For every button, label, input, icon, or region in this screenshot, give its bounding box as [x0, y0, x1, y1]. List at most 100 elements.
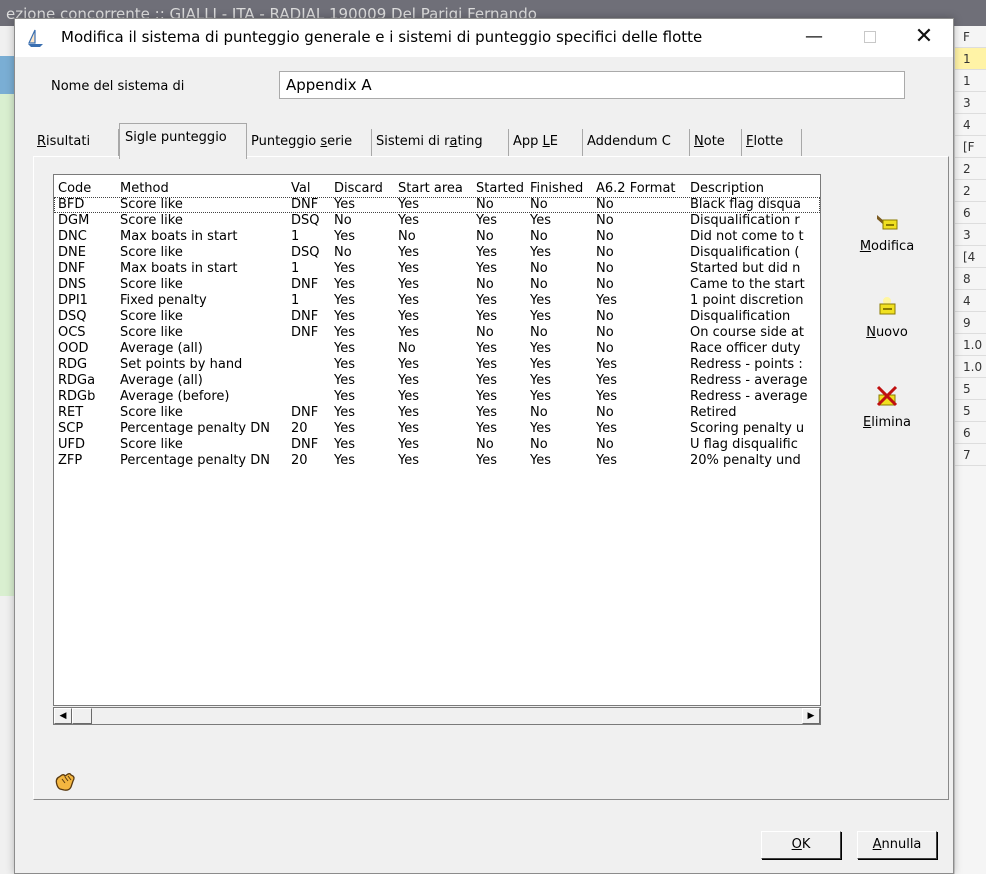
list-item[interactable]: BFD Score like DNF Yes Yes No No No Black flag d…: [54, 197, 820, 213]
list-cell: Yes: [476, 453, 497, 468]
list-cell: No: [596, 325, 614, 340]
tab-4[interactable]: App LE: [509, 129, 583, 157]
list-cell: BFD: [58, 197, 85, 212]
column-header[interactable]: Val: [291, 181, 333, 197]
list-cell: Yes: [398, 213, 419, 228]
tab-1[interactable]: Sigle punteggio: [119, 123, 247, 159]
tab-6[interactable]: Note: [690, 129, 742, 157]
list-cell: Yes: [596, 389, 617, 404]
column-header[interactable]: Code: [58, 181, 118, 197]
column-header[interactable]: Method: [120, 181, 292, 197]
list-item[interactable]: DNF Max boats in start 1 Yes Yes Yes No No Start…: [54, 261, 820, 277]
list-item[interactable]: RET Score like DNF Yes Yes Yes No No Retired: [54, 405, 820, 421]
background-cell: 1: [955, 70, 986, 92]
background-cell: 6: [955, 422, 986, 444]
column-header[interactable]: Start area: [398, 181, 476, 197]
list-cell: OOD: [58, 341, 89, 356]
list-cell: Yes: [398, 357, 419, 372]
list-cell: No: [530, 197, 548, 212]
scroll-left-button[interactable]: ◀: [54, 708, 72, 724]
list-cell: No: [596, 197, 614, 212]
list-item[interactable]: DNS Score like DNF Yes Yes No No No Came to the …: [54, 277, 820, 293]
list-cell: Yes: [530, 341, 551, 356]
list-item[interactable]: DGM Score like DSQ No Yes Yes Yes No Disqualific…: [54, 213, 820, 229]
ok-button[interactable]: OK: [761, 831, 841, 859]
list-cell: Redress - average: [690, 389, 808, 404]
list-item[interactable]: RDGa Average (all) Yes Yes Yes Yes Yes Redress …: [54, 373, 820, 389]
list-cell: Yes: [398, 453, 419, 468]
column-header[interactable]: Finished: [530, 181, 596, 197]
column-header[interactable]: A6.2 Format: [596, 181, 690, 197]
list-cell: Yes: [476, 245, 497, 260]
cancel-button[interactable]: Annulla: [857, 831, 937, 859]
list-cell: 1: [291, 229, 300, 244]
minimize-button[interactable]: —: [791, 19, 837, 57]
dialog-titlebar[interactable]: Modifica il sistema di punteggio general…: [15, 19, 953, 57]
list-item[interactable]: DNE Score like DSQ No Yes Yes Yes No Disqualific…: [54, 245, 820, 261]
list-cell: DGM: [58, 213, 90, 228]
scoring-codes-list[interactable]: Code Method Val Discard Start area Started Fin…: [53, 174, 821, 706]
background-cell: 7: [955, 444, 986, 466]
list-item[interactable]: RDGb Average (before) Yes Yes Yes Yes Yes Redre…: [54, 389, 820, 405]
list-cell: No: [334, 213, 352, 228]
list-cell: No: [530, 437, 548, 452]
tab-3[interactable]: Sistemi di rating: [372, 129, 509, 157]
list-cell: DNF: [291, 437, 319, 452]
background-right-column: F 1 1 3 4 [F 2 2 6 3 [4 8 4 9 1.0 1.0 5 5 6 7: [954, 26, 986, 874]
list-item[interactable]: DSQ Score like DNF Yes Yes Yes Yes No Disqualifi…: [54, 309, 820, 325]
list-item[interactable]: DPI1 Fixed penalty 1 Yes Yes Yes Yes Yes 1 point…: [54, 293, 820, 309]
list-cell: Yes: [476, 421, 497, 436]
scroll-thumb[interactable]: [72, 708, 92, 724]
delete-button[interactable]: Elimina: [847, 383, 927, 430]
list-item[interactable]: OCS Score like DNF Yes Yes No No No On course si…: [54, 325, 820, 341]
list-cell: Max boats in start: [120, 261, 238, 276]
list-cell: Yes: [476, 213, 497, 228]
list-cell: Yes: [596, 293, 617, 308]
list-item[interactable]: ZFP Percentage penalty DN 20 Yes Yes Yes Yes Ye…: [54, 453, 820, 469]
column-header[interactable]: Started: [476, 181, 530, 197]
list-item[interactable]: SCP Percentage penalty DN 20 Yes Yes Yes Yes Ye…: [54, 421, 820, 437]
list-cell: Scoring penalty u: [690, 421, 805, 436]
background-cell: 8: [955, 268, 986, 290]
list-cell: No: [530, 261, 548, 276]
scroll-right-button[interactable]: ▶: [802, 708, 820, 724]
background-cell: [4: [955, 246, 986, 268]
list-cell: Yes: [476, 261, 497, 276]
list-cell: Yes: [398, 389, 419, 404]
list-cell: Yes: [398, 309, 419, 324]
list-cell: No: [596, 245, 614, 260]
list-cell: Started but did n: [690, 261, 801, 276]
list-item[interactable]: DNC Max boats in start 1 Yes No No No No Did not…: [54, 229, 820, 245]
new-button[interactable]: Nuovo: [847, 295, 927, 340]
tab-7[interactable]: Flotte: [742, 129, 802, 157]
list-cell: OCS: [58, 325, 86, 340]
list-cell: Yes: [334, 405, 355, 420]
tab-2[interactable]: Punteggio serie: [247, 129, 372, 157]
background-cell: 2: [955, 180, 986, 202]
background-cell: 4: [955, 114, 986, 136]
list-cell: Yes: [334, 325, 355, 340]
list-cell: Yes: [596, 357, 617, 372]
close-button[interactable]: ✕: [901, 19, 947, 57]
horizontal-scrollbar[interactable]: ◀ ▶: [53, 707, 821, 725]
list-cell: No: [596, 229, 614, 244]
hand-icon[interactable]: [53, 771, 77, 799]
list-cell: No: [476, 229, 494, 244]
list-item[interactable]: UFD Score like DNF Yes Yes No No No U flag disqu…: [54, 437, 820, 453]
list-item[interactable]: OOD Average (all) Yes No Yes Yes No Race office…: [54, 341, 820, 357]
new-card-icon: [879, 297, 896, 315]
list-cell: Score like: [120, 277, 183, 292]
list-cell: No: [530, 229, 548, 244]
system-name-input[interactable]: [279, 71, 905, 99]
tab-0[interactable]: Risultati: [33, 129, 119, 157]
background-left-strip: [0, 26, 14, 874]
list-cell: 20: [291, 421, 308, 436]
tab-5[interactable]: Addendum C: [583, 129, 690, 157]
column-header[interactable]: Description: [690, 181, 820, 197]
list-cell: No: [476, 325, 494, 340]
list-item[interactable]: RDG Set points by hand Yes Yes Yes Yes Yes Redr…: [54, 357, 820, 373]
modify-button[interactable]: Modifica: [847, 209, 927, 254]
column-header[interactable]: Discard: [334, 181, 398, 197]
list-cell: 20% penalty und: [690, 453, 801, 468]
list-cell: Yes: [334, 309, 355, 324]
